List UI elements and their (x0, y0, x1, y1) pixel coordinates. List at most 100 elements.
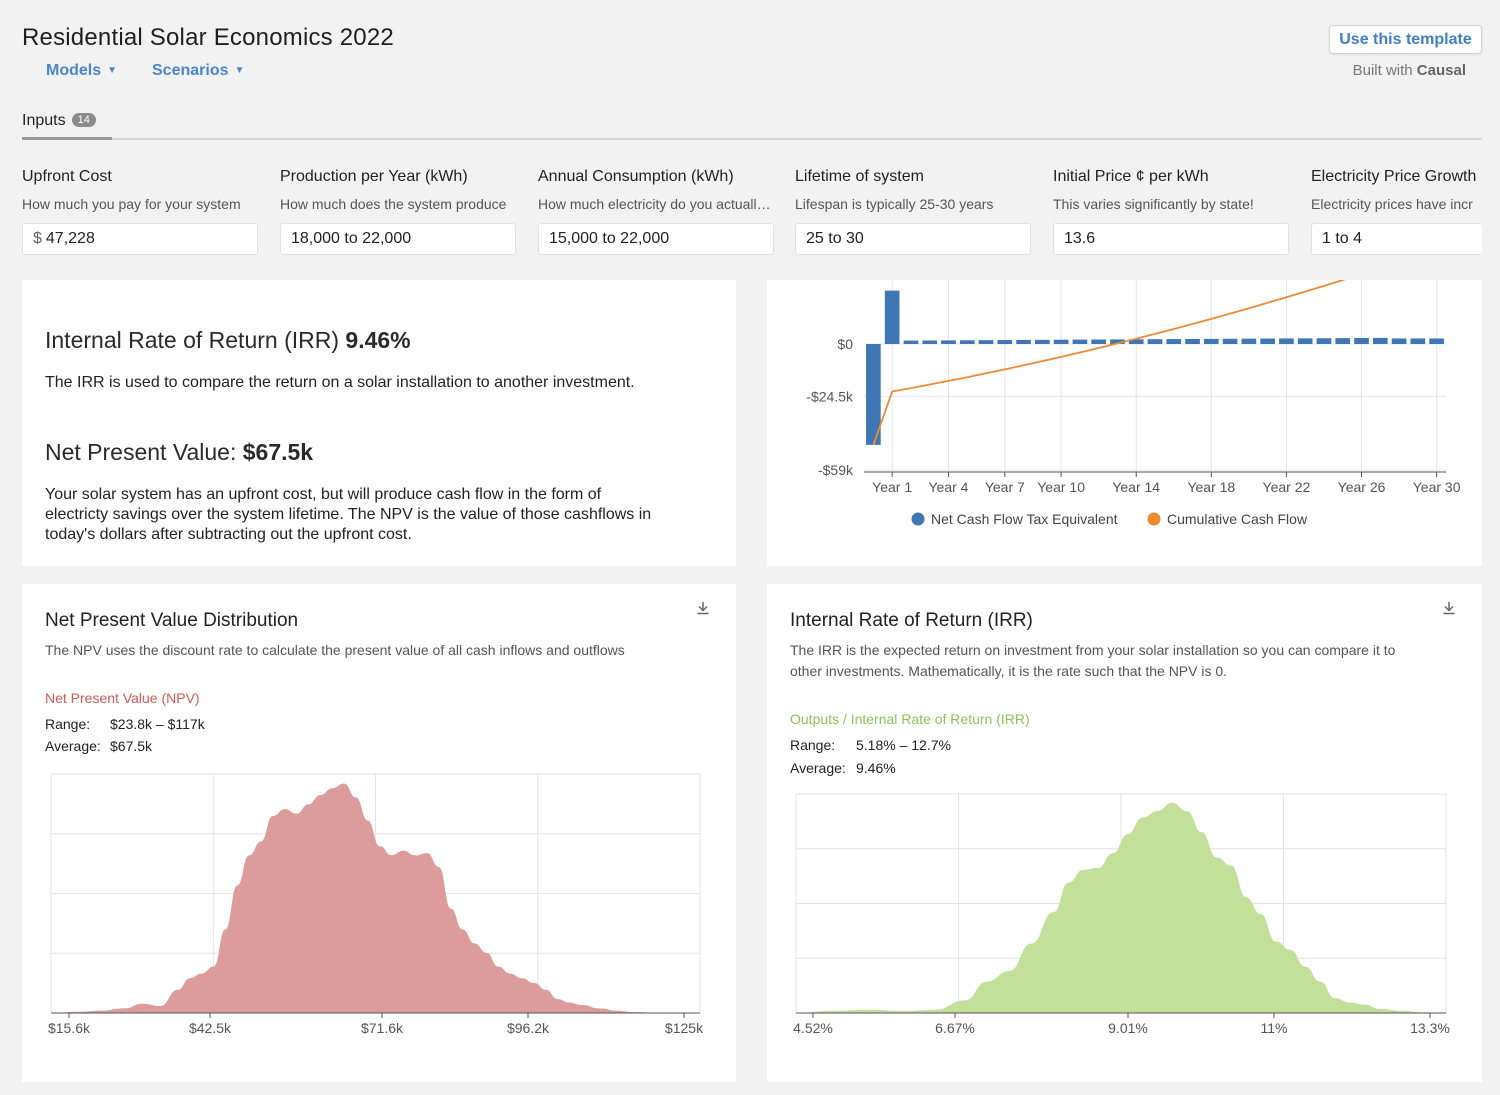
built-with-causal[interactable]: Built with Causal (1353, 62, 1466, 79)
npv-explanation-line: Your solar system has an upfront cost, b… (45, 486, 602, 503)
npv-explanation-line: electricty savings over the system lifet… (45, 506, 652, 523)
x-tick-label: 13.3% (1410, 1020, 1450, 1036)
cash-flow-chart: Year 1 Year 4 Year 7 Year 10 Year 14 Year 18 Y… (806, 280, 1461, 527)
x-tick-label: Year 1 (872, 479, 912, 495)
lifetime-of-system-field[interactable]: 25 to 30 (795, 223, 1031, 255)
input-initial-price: Initial Price ¢ per kWh This varies sign… (1053, 168, 1289, 255)
use-template-button[interactable]: Use this template (1329, 25, 1482, 54)
y-tick-label: -$59k (818, 462, 854, 478)
legend-swatch (1147, 512, 1161, 526)
tabs-divider (22, 138, 1482, 140)
cash-flow-bar (1410, 338, 1426, 344)
chevron-down-icon: ▼ (107, 65, 118, 76)
cash-flow-bar (1429, 338, 1444, 344)
cash-flow-bar (1241, 338, 1257, 344)
npv-distribution-card: Net Present Value Distribution The NPV u… (22, 584, 736, 1082)
initial-price-field[interactable]: 13.6 (1053, 223, 1289, 255)
legend-swatch (911, 512, 925, 526)
irr-description-line: other investments. Mathematically, it is… (790, 663, 1228, 679)
npv-average-row: Average: $67.5k (45, 738, 152, 754)
cash-flow-bar (1222, 338, 1238, 344)
range-label: Range: (45, 716, 91, 732)
input-upfront-cost: Upfront Cost How much you pay for your s… (22, 168, 258, 255)
upfront-cost-field[interactable]: $47,228 (22, 223, 258, 255)
npv-distribution-chart: $15.6k $42.5k $71.6k $96.2k $125k (48, 773, 704, 1034)
x-tick-label: 11% (1261, 1020, 1288, 1036)
input-description: Electricity prices have incr (1311, 196, 1473, 212)
cash-flow-bar (959, 340, 975, 344)
x-tick-label: Year 30 (1413, 479, 1461, 495)
models-menu-label: Models (46, 62, 102, 79)
production-per-year-field[interactable]: 18,000 to 22,000 (280, 223, 516, 255)
cumulative-cash-flow-line (872, 280, 1346, 446)
input-description: This varies significantly by state! (1053, 196, 1254, 212)
cash-flow-bar (884, 290, 900, 344)
npv-panel-description: The NPV uses the discount rate to calcul… (45, 642, 625, 658)
x-tick-label: 6.67% (935, 1020, 975, 1036)
irr-value: 9.46% (345, 327, 411, 353)
range-value: 5.18% – 12.7% (856, 737, 951, 753)
input-label: Electricity Price Growth (1311, 168, 1477, 185)
npv-panel-title: Net Present Value Distribution (45, 610, 299, 631)
cash-flow-bar (1316, 338, 1332, 344)
cash-flow-bar (1354, 338, 1369, 344)
cash-flow-bar (978, 340, 994, 344)
x-tick-label: Year 26 (1338, 479, 1386, 495)
input-label: Lifetime of system (795, 168, 924, 185)
cash-flow-bar (1279, 338, 1294, 344)
tab-inputs[interactable]: Inputs 14 (22, 112, 96, 130)
x-tick-label: $125k (665, 1020, 704, 1034)
x-tick-label: $42.5k (189, 1020, 232, 1034)
y-tick-label: $0 (837, 336, 853, 352)
x-tick-label: $96.2k (507, 1020, 550, 1034)
causal-brand: Causal (1416, 62, 1466, 79)
annual-consumption-field[interactable]: 15,000 to 22,000 (538, 223, 774, 255)
distribution-area (53, 783, 700, 1013)
npv-value: $67.5k (242, 439, 314, 465)
input-label: Production per Year (kWh) (280, 168, 468, 185)
irr-distribution-card: Internal Rate of Return (IRR) The IRR is… (767, 584, 1482, 1082)
irr-title: Internal Rate of Return (IRR) (45, 327, 340, 353)
page-title: Residential Solar Economics 2022 (22, 24, 394, 51)
input-electricity-price-growth: Electricity Price Growth Electricity pri… (1311, 168, 1482, 255)
irr-panel-title: Internal Rate of Return (IRR) (790, 610, 1033, 631)
cash-flow-bar (1204, 338, 1219, 344)
x-tick-label: $71.6k (361, 1020, 404, 1034)
irr-panel-description: The IRR is the expected return on invest… (790, 640, 1460, 682)
cash-flow-bar (1391, 338, 1407, 344)
download-icon[interactable] (1441, 600, 1457, 616)
input-value: 47,228 (45, 230, 95, 247)
input-production-per-year: Production per Year (kWh) How much does … (280, 168, 516, 255)
download-icon[interactable] (695, 600, 711, 616)
scenarios-menu[interactable]: Scenarios ▼ (152, 62, 244, 80)
range-value: $23.8k – $117k (110, 716, 205, 732)
cash-flow-bar (1166, 339, 1182, 344)
models-menu[interactable]: Models ▼ (46, 62, 117, 80)
legend-label: Cumulative Cash Flow (1167, 511, 1308, 527)
cash-flow-bar (1335, 338, 1351, 344)
chevron-down-icon: ▼ (234, 65, 245, 76)
input-value: 15,000 to 22,000 (549, 230, 670, 247)
cash-flow-bar (1260, 338, 1275, 344)
cash-flow-bar (922, 340, 938, 344)
average-value: 9.46% (856, 760, 896, 776)
npv-explanation: Your solar system has an upfront cost, b… (45, 485, 725, 545)
cash-flow-bar (1053, 339, 1069, 344)
tab-active-indicator (22, 137, 112, 140)
x-tick-label: Year 4 (928, 479, 968, 495)
x-tick-label: 4.52% (793, 1020, 833, 1036)
x-tick-label: 9.01% (1108, 1020, 1148, 1036)
cash-flow-chart-card: Year 1 Year 4 Year 7 Year 10 Year 14 Year 18 Y… (767, 280, 1482, 566)
cash-flow-bar (1372, 337, 1388, 344)
x-tick-label: Year 22 (1263, 479, 1311, 495)
legend-label: Net Cash Flow Tax Equivalent (931, 511, 1118, 527)
input-description: How much electricity do you actually use (538, 196, 774, 212)
cash-flow-bar (1035, 339, 1050, 344)
range-label: Range: (790, 737, 836, 753)
irr-distribution-name: Outputs / Internal Rate of Return (IRR) (790, 711, 1030, 727)
electricity-price-growth-field[interactable]: 1 to 4 (1311, 223, 1482, 255)
x-tick-label: Year 14 (1112, 479, 1160, 495)
irr-explanation: The IRR is used to compare the return on… (45, 374, 635, 391)
npv-explanation-line: today's dollars after subtracting out th… (45, 526, 412, 543)
x-tick-label: Year 10 (1037, 479, 1085, 495)
